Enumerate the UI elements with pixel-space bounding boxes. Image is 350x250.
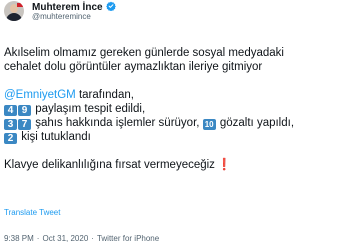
tweet-text: Akılselim olmamız gereken günlerde sosya… bbox=[4, 46, 344, 172]
text: tarafından, bbox=[75, 89, 134, 101]
exclamation-icon: ❗ bbox=[216, 159, 232, 171]
separator: · bbox=[91, 234, 94, 243]
verified-badge-icon bbox=[105, 1, 116, 11]
tweet-line: 37 şahıs hakkında işlemler sürüyor, 10 g… bbox=[4, 116, 344, 130]
text: kişi tutuklandı bbox=[18, 131, 91, 143]
keycap-digit: 4 bbox=[4, 105, 17, 116]
tweet-metadata: 9:38 PM · Oct 31, 2020 · Twitter for iPhone bbox=[4, 234, 159, 243]
tweet-line: 49 paylaşım tespit edildi, bbox=[4, 102, 344, 116]
tweet-header: Muhterem İnce @muhteremince bbox=[4, 1, 350, 21]
text: paylaşım tespit edildi, bbox=[32, 103, 146, 115]
text: şahıs hakkında işlemler sürüyor, bbox=[32, 117, 203, 129]
tweet-source-link[interactable]: Twitter for iPhone bbox=[97, 234, 159, 243]
text: Klavye delikanlılığına fırsat vermeyeceğ… bbox=[4, 159, 215, 171]
tweet-line: cehalet dolu görüntüler aymazlıktan iler… bbox=[4, 61, 263, 73]
tweet-date-link[interactable]: Oct 31, 2020 bbox=[42, 234, 88, 243]
text: gözaltı yapıldı, bbox=[216, 117, 295, 129]
tweet-line: Akılselim olmamız gereken günlerde sosya… bbox=[4, 47, 284, 59]
separator: · bbox=[36, 234, 40, 243]
mention-link[interactable]: @EmniyetGM bbox=[4, 89, 76, 101]
author-handle[interactable]: @muhteremince bbox=[32, 12, 91, 21]
tweet-line: @EmniyetGM tarafından, bbox=[4, 88, 344, 102]
avatar[interactable] bbox=[4, 1, 24, 21]
keycap-digit: 3 bbox=[4, 119, 17, 130]
tweet-line: Klavye delikanlılığına fırsat vermeyeceğ… bbox=[4, 158, 344, 172]
translate-tweet-link[interactable]: Translate Tweet bbox=[4, 208, 60, 217]
keycap-ten: 10 bbox=[202, 119, 216, 130]
tweet-time-link[interactable]: 9:38 PM bbox=[4, 234, 34, 243]
keycap-digit: 2 bbox=[4, 133, 17, 144]
keycap-digit: 7 bbox=[18, 119, 31, 130]
keycap-digit: 9 bbox=[18, 105, 31, 116]
tweet-line: 2 kişi tutuklandı bbox=[4, 130, 344, 144]
